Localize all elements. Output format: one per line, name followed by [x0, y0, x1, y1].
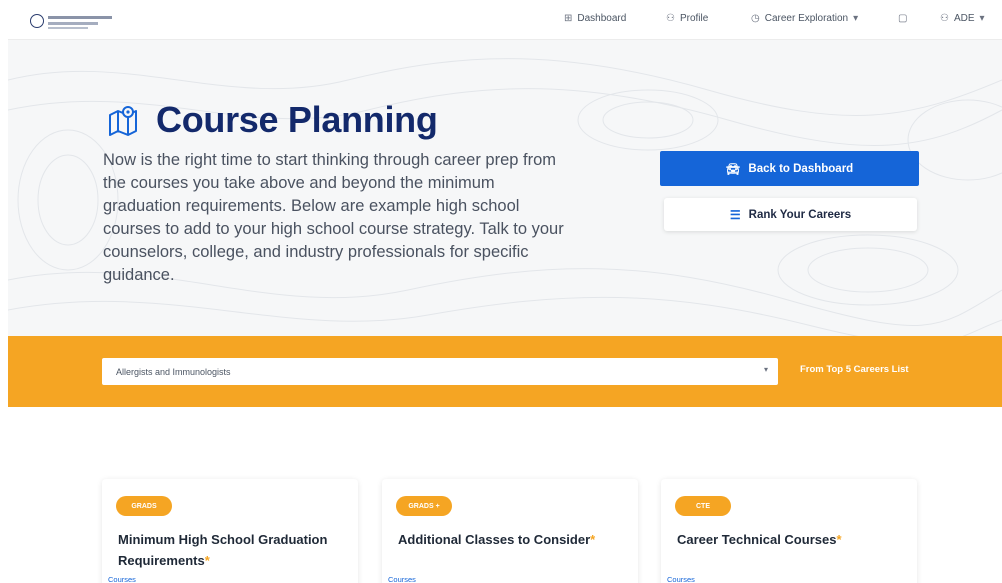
card-career-technical[interactable]: CTE Career Technical Courses* Courses	[661, 479, 917, 583]
nav-profile-label: Profile	[679, 12, 709, 24]
nav-user-label: ADE	[953, 12, 975, 24]
card-additional-classes[interactable]: GRADS + Additional Classes to Consider* …	[382, 479, 638, 583]
user-icon: ⚇	[940, 12, 949, 24]
required-mark: *	[590, 532, 596, 547]
hero-section: Course Planning Now is the right time to…	[8, 40, 1002, 336]
card-badge: GRADS	[116, 496, 172, 516]
top-5-careers-link[interactable]: From Top 5 Careers List	[800, 364, 909, 375]
nav-profile[interactable]: ⚇ Profile	[666, 9, 708, 27]
career-select-value: Allergists and Immunologists	[116, 366, 231, 377]
required-mark: *	[836, 532, 842, 547]
card-title: Minimum High School Graduation Requireme…	[118, 529, 338, 571]
course-cards-section: GRADS Minimum High School Graduation Req…	[8, 407, 1002, 583]
bookmark-icon: ▢	[898, 12, 908, 24]
nav-bookmark[interactable]: ▢	[898, 9, 907, 27]
card-title-text: Additional Classes to Consider	[398, 532, 591, 547]
car-icon: 🚘︎	[725, 163, 741, 176]
caret-down-icon: ▾	[979, 12, 985, 24]
nav-career-exploration-label: Career Exploration	[764, 12, 849, 24]
rank-your-careers-button[interactable]: ☰ Rank Your Careers	[664, 198, 917, 231]
nav-dashboard-label: Dashboard	[577, 12, 627, 24]
required-mark: *	[204, 553, 210, 568]
intro-paragraph: Now is the right time to start thinking …	[103, 151, 564, 284]
courses-link[interactable]: Courses	[388, 575, 416, 583]
card-graduation-requirements[interactable]: GRADS Minimum High School Graduation Req…	[102, 479, 358, 583]
card-badge: GRADS +	[396, 496, 452, 516]
chevron-down-icon: ▾	[763, 365, 768, 374]
back-to-dashboard-label: Back to Dashboard	[748, 162, 854, 175]
grid-icon: ⊞	[564, 12, 573, 24]
career-select[interactable]: Allergists and Immunologists ▾	[102, 358, 778, 385]
list-icon: ☰	[729, 207, 741, 222]
card-title-text: Career Technical Courses	[677, 532, 837, 547]
card-title-text: Minimum High School Graduation Requireme…	[118, 532, 328, 568]
nav-user-menu[interactable]: ⚇ ADE ▾	[940, 9, 985, 27]
nav-dashboard[interactable]: ⊞ Dashboard	[564, 9, 626, 27]
back-to-dashboard-button[interactable]: 🚘︎ Back to Dashboard	[660, 151, 919, 186]
page-title: Course Planning	[156, 99, 438, 140]
courses-link[interactable]: Courses	[667, 575, 695, 583]
card-title: Career Technical Courses*	[677, 529, 897, 550]
compass-icon: ◷	[751, 12, 760, 24]
caret-down-icon: ▾	[853, 12, 859, 24]
card-badge: CTE	[675, 496, 731, 516]
card-title: Additional Classes to Consider*	[398, 529, 618, 550]
nav-career-exploration[interactable]: ◷ Career Exploration ▾	[751, 9, 858, 27]
rank-your-careers-label: Rank Your Careers	[748, 208, 852, 221]
top-navigation: ⊞ Dashboard ⚇ Profile ◷ Career Explorati…	[8, 0, 1002, 40]
page-header: Course Planning	[106, 98, 438, 142]
map-pin-icon	[109, 106, 137, 136]
state-seal-icon	[30, 14, 44, 28]
person-icon: ⚇	[666, 12, 675, 24]
department-logo[interactable]	[30, 8, 116, 32]
courses-link[interactable]: Courses	[108, 575, 136, 583]
career-filter-band: Allergists and Immunologists ▾ From Top …	[8, 336, 1002, 407]
